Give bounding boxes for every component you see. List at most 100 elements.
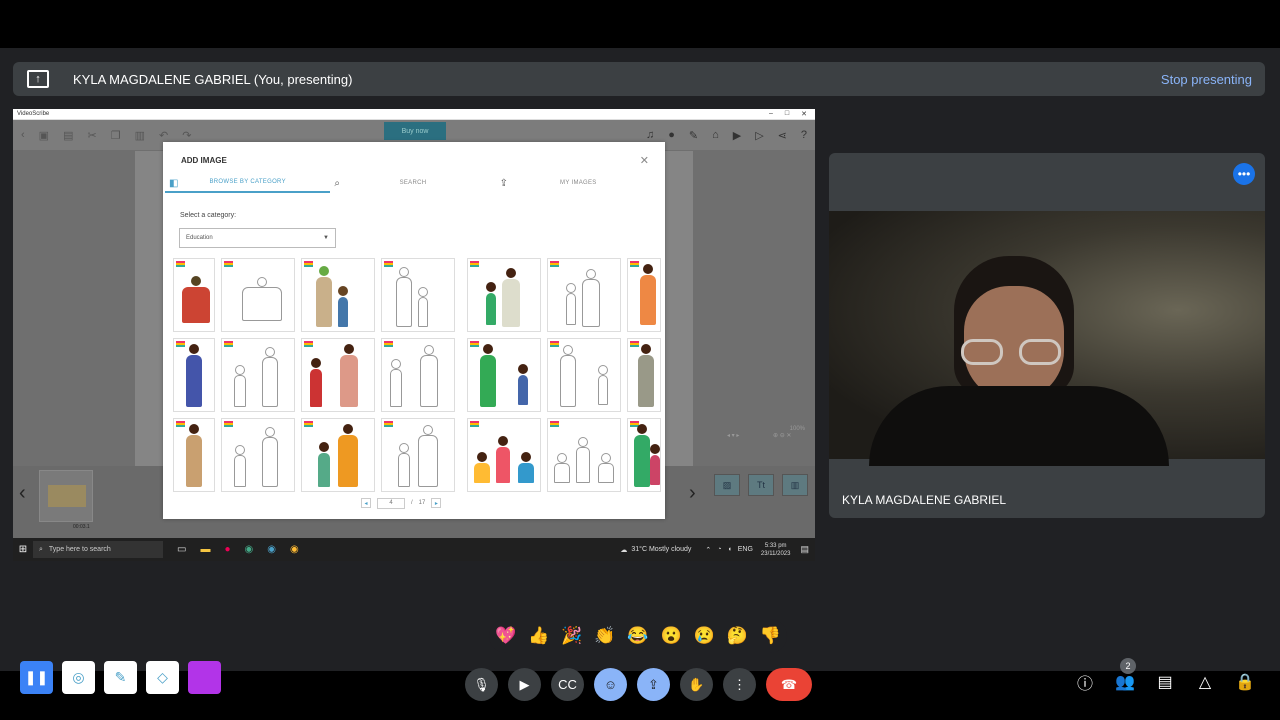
image-tile[interactable] (221, 418, 295, 492)
reaction-heart[interactable]: 💖 (495, 626, 516, 646)
mic-icon[interactable]: ● (668, 129, 675, 142)
tab-browse-by-category[interactable]: ◧ BROWSE BY CATEGORY (165, 173, 331, 193)
volume-icon[interactable]: ◖ (727, 546, 731, 553)
add-image-icon[interactable]: ▨ (714, 474, 740, 496)
reaction-thumbs-up[interactable]: 👍 (528, 626, 549, 646)
image-tile[interactable] (381, 338, 455, 412)
preview-icon[interactable]: ▷ (755, 129, 763, 142)
end-call-button[interactable]: ☎ (766, 668, 812, 701)
copy-icon[interactable]: ❐ (111, 129, 121, 142)
taskbar-clock[interactable]: 5:33 pm 23/11/2023 (761, 542, 791, 558)
image-tile[interactable] (627, 338, 661, 412)
raise-hand-icon[interactable]: ✋ (680, 668, 713, 701)
weather-widget[interactable]: ☁ 31°C Mostly cloudy (620, 546, 691, 554)
pen-color-swatch[interactable] (188, 661, 221, 694)
image-tile[interactable] (173, 418, 215, 492)
close-window-icon[interactable]: ✕ (801, 110, 807, 118)
zoom-buttons-icon[interactable]: ⊕ ⊖ ✕ (773, 432, 791, 439)
wifi-icon[interactable]: ◔ (717, 546, 721, 553)
music-icon[interactable]: ♫ (646, 129, 654, 142)
maximize-icon[interactable]: □ (785, 110, 789, 118)
reaction-party[interactable]: 🎉 (561, 626, 582, 646)
laser-pointer-icon[interactable]: ◎ (62, 661, 95, 694)
redo-icon[interactable]: ↷ (182, 129, 191, 142)
category-select[interactable]: Education ▼ (179, 228, 336, 248)
save-icon[interactable]: ▣ (39, 129, 49, 142)
image-tile[interactable] (173, 338, 215, 412)
hand-tool-icon[interactable]: ✎ (689, 129, 698, 142)
file-explorer-icon[interactable]: ▬ (200, 544, 210, 555)
image-tile[interactable] (221, 258, 295, 332)
tab-my-images[interactable]: ⇪ MY IMAGES (496, 173, 661, 193)
captions-icon[interactable]: CC (551, 668, 584, 701)
image-tile[interactable] (547, 258, 621, 332)
pen-icon[interactable]: ✎ (104, 661, 137, 694)
image-tile[interactable] (467, 258, 541, 332)
scene-thumbnail[interactable] (39, 470, 93, 522)
chevron-up-icon[interactable]: ⌃ (705, 546, 711, 554)
dialog-close-icon[interactable]: ✕ (640, 154, 649, 167)
image-tile[interactable] (627, 418, 661, 492)
add-text-icon[interactable]: Tt (748, 474, 774, 496)
mic-icon[interactable]: 🎙 (465, 668, 498, 701)
lang-indicator[interactable]: ENG (738, 546, 753, 553)
image-tile[interactable] (301, 418, 375, 492)
image-tile[interactable] (221, 338, 295, 412)
reaction-laugh[interactable]: 😂 (627, 626, 648, 646)
camera-position-icon[interactable]: ⌂ (712, 129, 719, 142)
back-icon[interactable]: ‹ (21, 129, 25, 141)
minimize-icon[interactable]: – (769, 110, 773, 118)
people-icon[interactable]: 👥 2 (1115, 658, 1136, 692)
add-chart-icon[interactable]: ▥ (782, 474, 808, 496)
reaction-thinking[interactable]: 🤔 (727, 626, 748, 646)
more-options-icon[interactable]: ••• (1233, 163, 1255, 185)
nav-arrows-icon[interactable]: ◂ ▾ ▸ (727, 432, 739, 439)
prev-page-icon[interactable]: ◂ (361, 498, 371, 508)
windows-start-icon[interactable]: ⊞ (13, 544, 33, 555)
image-tile[interactable] (173, 258, 215, 332)
play-icon[interactable]: ▶ (733, 129, 741, 142)
info-icon[interactable]: ⓘ (1075, 672, 1095, 693)
stop-presenting-button[interactable]: Stop presenting (1161, 72, 1252, 87)
reaction-clap[interactable]: 👏 (594, 626, 615, 646)
videoscribe-icon[interactable]: ◉ (267, 544, 276, 555)
image-tile[interactable] (301, 338, 375, 412)
camera-icon[interactable]: ▶ (508, 668, 541, 701)
buy-now-button[interactable]: Buy now (384, 122, 446, 140)
reaction-thumbs-down[interactable]: 👎 (760, 626, 781, 646)
image-tile[interactable] (301, 258, 375, 332)
taskbar-search[interactable]: ⌕ Type here to search (33, 541, 163, 558)
image-tile[interactable] (381, 258, 455, 332)
activities-icon[interactable]: △ (1195, 672, 1215, 692)
tab-search[interactable]: ⌕ SEARCH (330, 173, 495, 193)
emoji-icon[interactable]: ☺ (594, 668, 627, 701)
chrome-icon[interactable]: ◉ (245, 544, 254, 555)
paste-icon[interactable]: ▥ (135, 129, 145, 142)
task-view-icon[interactable]: ▭ (177, 544, 186, 555)
image-tile[interactable] (627, 258, 661, 332)
next-page-icon[interactable]: ▸ (431, 498, 442, 508)
eraser-icon[interactable]: ◇ (146, 661, 179, 694)
pause-icon[interactable]: ❚❚ (20, 661, 53, 694)
host-controls-icon[interactable]: 🔒 (1235, 672, 1255, 692)
cut-icon[interactable]: ✂ (87, 129, 96, 142)
undo-icon[interactable]: ↶ (159, 129, 168, 142)
present-screen-icon[interactable]: ⇪ (637, 668, 670, 701)
timeline-right-icon[interactable]: › (689, 482, 696, 505)
chat-icon[interactable]: ▤ (1155, 672, 1175, 692)
image-tile[interactable] (547, 338, 621, 412)
reaction-surprised[interactable]: 😮 (661, 626, 682, 646)
image-tile[interactable] (467, 418, 541, 492)
image-tile[interactable] (381, 418, 455, 492)
help-icon[interactable]: ? (801, 129, 807, 142)
save-as-icon[interactable]: ▤ (63, 129, 73, 142)
notification-icon[interactable]: ▤ (800, 544, 809, 555)
timeline-left-icon[interactable]: ‹ (19, 482, 26, 505)
share-icon[interactable]: ⋖ (778, 129, 787, 142)
image-tile[interactable] (547, 418, 621, 492)
more-options-icon[interactable]: ⋮ (723, 668, 756, 701)
app-icon[interactable]: ● (224, 544, 230, 555)
image-tile[interactable] (467, 338, 541, 412)
page-input[interactable]: 4 (377, 497, 405, 509)
chrome-icon[interactable]: ◉ (290, 544, 299, 555)
